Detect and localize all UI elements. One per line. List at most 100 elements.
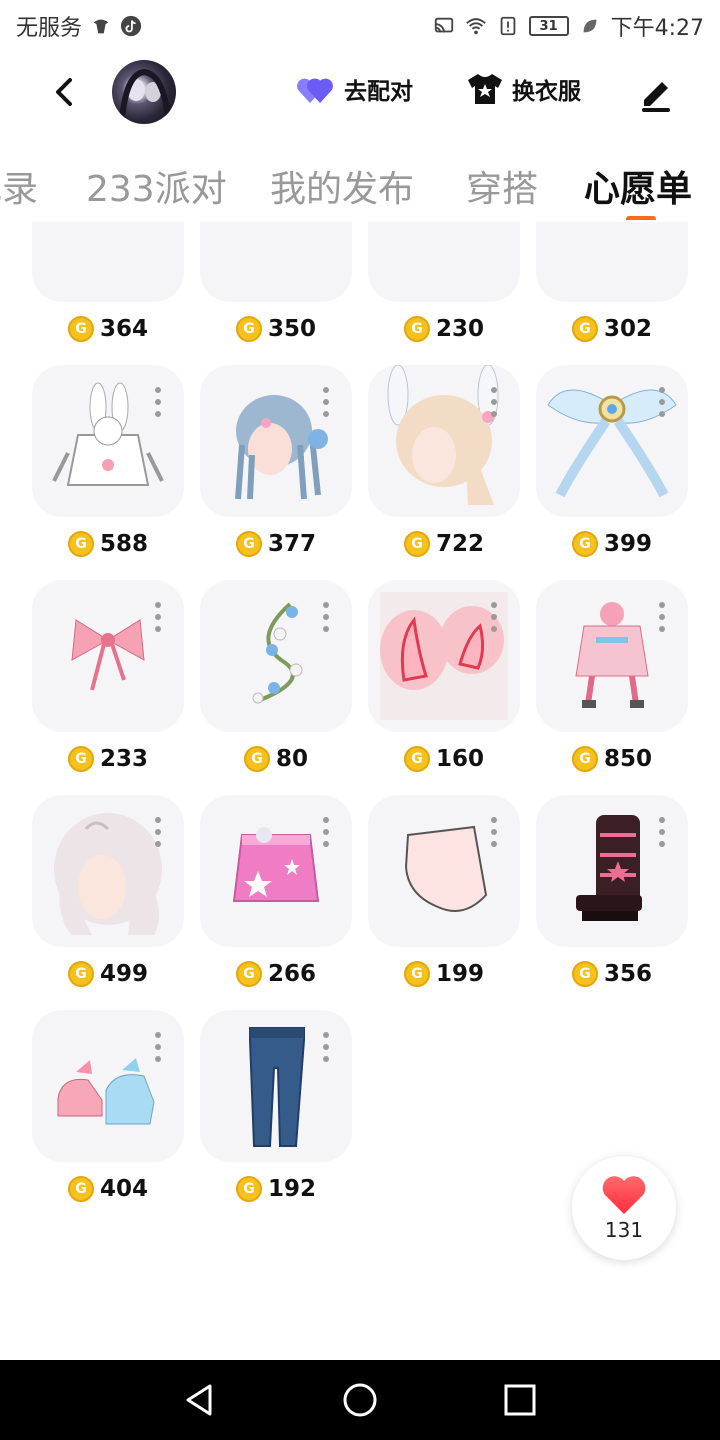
item-price: G 722	[368, 531, 520, 557]
clock: 下午4:27	[610, 16, 704, 41]
status-right: 31 下午4:27	[433, 10, 704, 42]
item-price: G 350	[200, 316, 352, 342]
carrier-text: 无服务	[16, 16, 83, 41]
item-thumbnail[interactable]	[368, 795, 520, 947]
more-options-icon[interactable]	[490, 387, 498, 417]
price-value: 499	[99, 961, 148, 987]
item-thumbnail[interactable]	[200, 580, 352, 732]
item-thumbnail[interactable]	[368, 365, 520, 517]
coin-icon: G	[571, 531, 598, 557]
tiktok-icon	[120, 15, 142, 37]
item-thumbnail[interactable]	[200, 1010, 352, 1162]
item-price: G 233	[32, 746, 184, 772]
nav-home-icon[interactable]	[340, 1380, 380, 1420]
item-thumbnail[interactable]	[200, 222, 352, 302]
more-options-icon[interactable]	[154, 387, 162, 417]
more-options-icon[interactable]	[322, 602, 330, 632]
nav-recents-icon[interactable]	[500, 1380, 540, 1420]
more-options-icon[interactable]	[322, 387, 330, 417]
avatar[interactable]	[112, 60, 176, 124]
item-price: G 404	[32, 1176, 184, 1202]
outfit-colorful-image	[536, 222, 688, 302]
item-thumbnail[interactable]	[32, 580, 184, 732]
item-thumbnail[interactable]	[32, 222, 184, 302]
tab-indicator	[626, 216, 656, 220]
coin-icon: G	[235, 961, 262, 987]
profile-tabs: 记录 233派对 我的发布 穿搭 心愿单	[0, 150, 720, 220]
price-value: 399	[603, 531, 652, 557]
coin-icon: G	[403, 746, 430, 772]
alert-icon	[500, 16, 515, 36]
coin-icon: G	[403, 316, 430, 342]
item-price: G 377	[200, 531, 352, 557]
item-thumbnail[interactable]	[536, 795, 688, 947]
tab-outfits[interactable]: 穿搭	[466, 160, 538, 212]
status-left: 无服务	[16, 10, 142, 42]
coin-icon: G	[67, 1176, 94, 1202]
price-value: 302	[603, 316, 652, 342]
item-thumbnail[interactable]	[32, 365, 184, 517]
more-options-icon[interactable]	[490, 817, 498, 847]
item-price: G 364	[32, 316, 184, 342]
coin-icon: G	[67, 316, 94, 342]
tab-wishlist[interactable]: 心愿单	[584, 160, 692, 212]
item-thumbnail[interactable]	[536, 580, 688, 732]
heart-icon	[602, 1176, 646, 1214]
nav-back-icon[interactable]	[180, 1380, 220, 1420]
more-options-icon[interactable]	[322, 1032, 330, 1062]
item-thumbnail[interactable]	[32, 1010, 184, 1162]
item-price: G 499	[32, 961, 184, 987]
item-price: G 399	[536, 531, 688, 557]
back-button[interactable]	[44, 72, 84, 112]
price-value: 199	[435, 961, 484, 987]
status-bar: 无服务 31 下午4:27	[0, 0, 720, 50]
battery-indicator: 31	[528, 16, 569, 36]
coin-icon: G	[235, 531, 262, 557]
price-value: 404	[99, 1176, 148, 1202]
more-options-icon[interactable]	[658, 817, 666, 847]
item-price: G 192	[200, 1176, 352, 1202]
item-thumbnail[interactable]	[368, 222, 520, 302]
price-value: 230	[435, 316, 484, 342]
price-value: 80	[275, 746, 308, 772]
more-options-icon[interactable]	[154, 1032, 162, 1062]
more-options-icon[interactable]	[322, 817, 330, 847]
price-value: 356	[603, 961, 652, 987]
edit-button[interactable]	[636, 74, 676, 114]
double-heart-icon	[297, 78, 333, 103]
item-thumbnail[interactable]	[200, 365, 352, 517]
item-thumbnail[interactable]	[368, 580, 520, 732]
price-value: 233	[99, 746, 148, 772]
favorites-button[interactable]: 131	[572, 1156, 676, 1260]
coin-icon: G	[571, 961, 598, 987]
profile-header: 去配对 换衣服	[0, 56, 720, 132]
item-price: G 199	[368, 961, 520, 987]
tab-records[interactable]: 记录	[0, 160, 38, 212]
price-value: 160	[435, 746, 484, 772]
shoes-white-image	[200, 222, 352, 302]
item-thumbnail[interactable]	[32, 795, 184, 947]
more-options-icon[interactable]	[658, 602, 666, 632]
leaf-icon	[583, 19, 597, 33]
price-value: 266	[267, 961, 316, 987]
item-thumbnail[interactable]	[536, 365, 688, 517]
more-options-icon[interactable]	[658, 387, 666, 417]
match-button[interactable]: 去配对	[296, 72, 413, 106]
change-outfit-button[interactable]: 换衣服	[466, 72, 581, 106]
outfit-label: 换衣服	[512, 79, 581, 105]
wishlist-grid: G 364 G 350 G 230 G 302 G 588 G 377 G 722 G 399 G 233 G 80 G…	[0, 222, 720, 1222]
item-price: G 80	[200, 746, 352, 772]
more-options-icon[interactable]	[490, 602, 498, 632]
shirt-icon	[468, 74, 502, 104]
item-price: G 266	[200, 961, 352, 987]
more-options-icon[interactable]	[154, 602, 162, 632]
more-options-icon[interactable]	[154, 817, 162, 847]
tab-my-posts[interactable]: 我的发布	[270, 160, 414, 212]
tab-233-party[interactable]: 233派对	[86, 160, 227, 212]
item-price: G 160	[368, 746, 520, 772]
item-thumbnail[interactable]	[200, 795, 352, 947]
item-thumbnail[interactable]	[536, 222, 688, 302]
coin-icon: G	[571, 746, 598, 772]
cast-icon	[434, 17, 453, 33]
avatar-image	[119, 68, 171, 121]
